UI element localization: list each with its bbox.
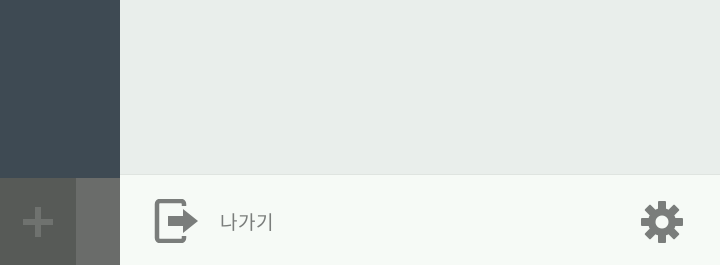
footer-bar: 나가기 bbox=[120, 174, 720, 265]
side-tile bbox=[76, 178, 120, 265]
plus-icon bbox=[23, 206, 53, 237]
sidebar-bottom bbox=[0, 178, 120, 265]
exit-label: 나가기 bbox=[220, 211, 274, 234]
add-button[interactable] bbox=[0, 178, 76, 265]
gear-icon bbox=[641, 201, 683, 243]
settings-button[interactable] bbox=[640, 200, 684, 244]
main-content-area bbox=[120, 0, 720, 174]
sidebar-panel bbox=[0, 0, 120, 178]
exit-button[interactable]: 나가기 bbox=[154, 199, 274, 243]
exit-icon bbox=[154, 199, 198, 243]
app-root: 나가기 bbox=[0, 0, 720, 265]
